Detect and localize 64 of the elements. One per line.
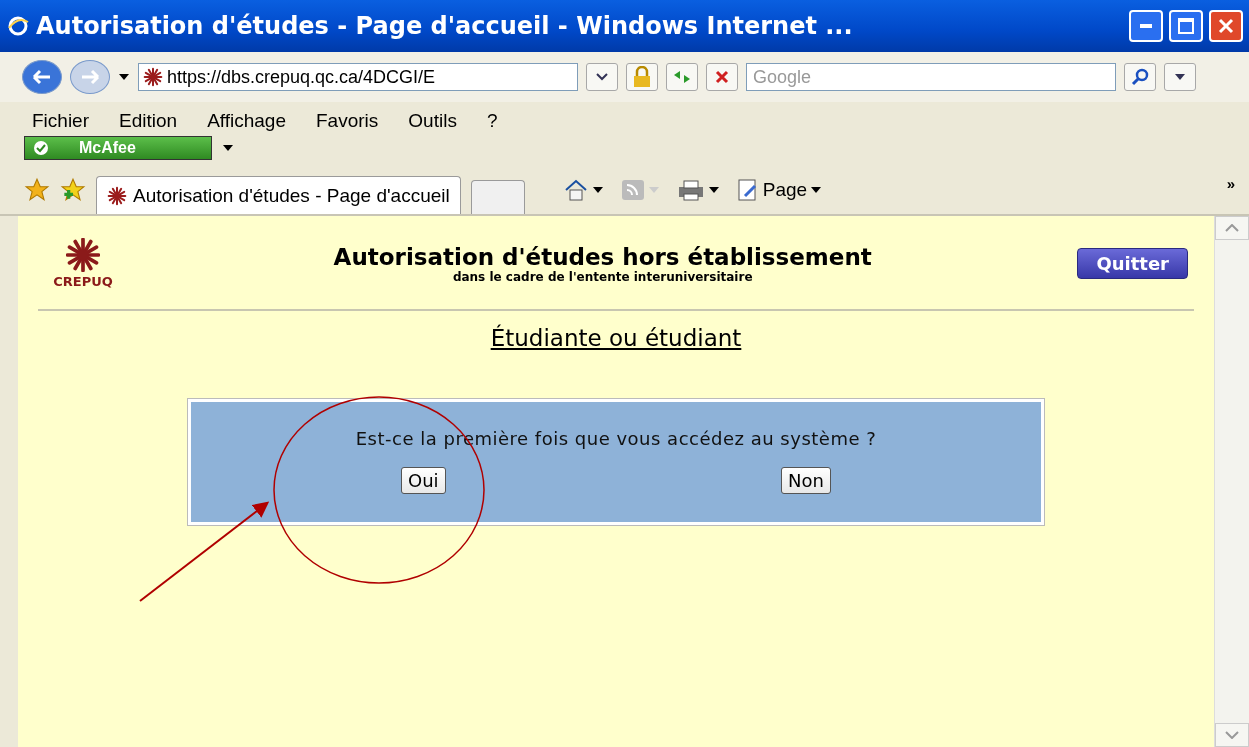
padlock-icon bbox=[632, 66, 652, 88]
maximize-icon bbox=[1177, 17, 1195, 35]
menu-item[interactable]: Outils bbox=[408, 110, 457, 132]
new-tab-button[interactable] bbox=[470, 180, 525, 214]
address-field[interactable]: https://dbs.crepuq.qc.ca/4DCGI/E bbox=[138, 63, 578, 91]
back-button[interactable] bbox=[22, 60, 62, 94]
printer-icon bbox=[676, 179, 705, 201]
answer-button[interactable]: Non bbox=[781, 467, 831, 494]
page-menu-button[interactable]: Page bbox=[732, 173, 826, 207]
stop-button[interactable] bbox=[706, 63, 738, 91]
menu-item[interactable]: Fichier bbox=[32, 110, 89, 132]
caret-icon bbox=[811, 187, 822, 193]
dropdown-caret-icon[interactable] bbox=[222, 144, 234, 152]
minimize-icon bbox=[1140, 24, 1152, 28]
menu-item[interactable]: Affichage bbox=[207, 110, 286, 132]
forward-button[interactable] bbox=[70, 60, 110, 94]
section-heading: Étudiante ou étudiant bbox=[490, 325, 742, 351]
add-favorite-icon[interactable] bbox=[60, 177, 86, 203]
browser-logo-icon bbox=[6, 14, 30, 38]
window-title: Autorisation d'études - Page d'accueil - Windows Internet ... bbox=[36, 12, 854, 40]
quit-button[interactable]: Quitter bbox=[1077, 248, 1188, 279]
caret-icon bbox=[592, 187, 603, 193]
flower-logo-icon bbox=[143, 67, 163, 87]
scrollbar[interactable] bbox=[1214, 216, 1249, 747]
chevron-down-icon bbox=[1225, 731, 1239, 739]
caret-icon bbox=[708, 187, 719, 193]
page-icon bbox=[736, 178, 759, 202]
stop-x-icon bbox=[714, 69, 730, 85]
feed-icon bbox=[620, 179, 645, 201]
security-lock-button[interactable] bbox=[626, 63, 658, 91]
address-dropdown-button[interactable] bbox=[586, 63, 618, 91]
menu-item[interactable]: Favoris bbox=[316, 110, 379, 132]
check-icon bbox=[33, 140, 49, 156]
chevron-down-icon bbox=[596, 73, 608, 81]
maximize-button[interactable] bbox=[1169, 10, 1203, 42]
right-arrow-icon bbox=[80, 69, 100, 85]
url-text: https://dbs.crepuq.qc.ca/4DCGI/E bbox=[167, 66, 436, 88]
dropdown-caret-icon[interactable] bbox=[118, 73, 130, 81]
scroll-down-button[interactable] bbox=[1215, 723, 1249, 747]
search-button[interactable] bbox=[1124, 63, 1156, 91]
browser-tab[interactable]: Autorisation d'études - Page d'accueil bbox=[96, 176, 461, 214]
page-title: Autorisation d'études hors établissement bbox=[333, 243, 872, 270]
caret-icon bbox=[648, 187, 659, 193]
page-subtitle: dans le cadre de l'entente interuniversitaire bbox=[452, 269, 753, 284]
refresh-button[interactable] bbox=[666, 63, 698, 91]
chevron-up-icon bbox=[1225, 224, 1239, 232]
caret-icon bbox=[1175, 74, 1185, 80]
close-icon bbox=[1217, 17, 1235, 35]
scroll-up-button[interactable] bbox=[1215, 216, 1249, 240]
search-icon bbox=[1131, 68, 1149, 86]
answer-button[interactable]: Oui bbox=[401, 467, 446, 494]
favorites-star-icon[interactable] bbox=[24, 177, 50, 203]
refresh-arrows-icon bbox=[672, 69, 692, 85]
search-options-button[interactable] bbox=[1164, 63, 1196, 91]
menu-item[interactable]: ? bbox=[486, 110, 498, 132]
left-arrow-icon bbox=[32, 69, 52, 85]
close-button[interactable] bbox=[1209, 10, 1243, 42]
search-field[interactable]: Google bbox=[746, 63, 1116, 91]
crepuq-logo-icon bbox=[66, 238, 100, 272]
flower-logo-icon bbox=[107, 185, 127, 206]
more-tools-button[interactable]: » bbox=[1222, 166, 1239, 200]
minimize-button[interactable] bbox=[1129, 10, 1163, 42]
menu-item[interactable]: Edition bbox=[119, 110, 178, 132]
logo-text: CREPUQ bbox=[53, 274, 113, 289]
